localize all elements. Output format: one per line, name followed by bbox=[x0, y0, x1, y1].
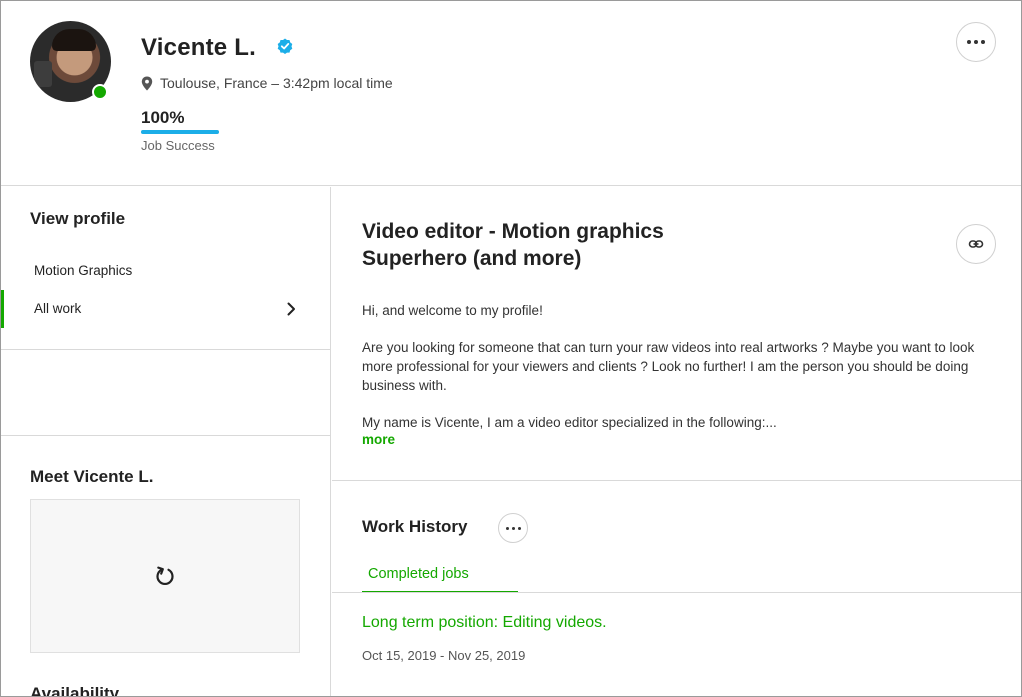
sidebar-item-all-work[interactable]: All work bbox=[1, 290, 331, 328]
intro-video-player[interactable] bbox=[30, 499, 300, 653]
more-dots-icon bbox=[505, 526, 521, 530]
sidebar-item-motion-graphics[interactable]: Motion Graphics bbox=[1, 252, 331, 290]
tab-label: Completed jobs bbox=[368, 566, 469, 582]
sidebar: View profile Motion Graphics All work Me… bbox=[1, 187, 331, 697]
avatar-hair bbox=[52, 29, 96, 51]
link-icon bbox=[968, 240, 984, 248]
verified-badge-icon bbox=[277, 38, 293, 54]
main-content: Video editor - Motion graphics Superhero… bbox=[332, 187, 1021, 696]
job-success-bar-fill bbox=[141, 130, 219, 134]
profile-headline: Video editor - Motion graphics Superhero… bbox=[362, 218, 742, 272]
more-link[interactable]: more bbox=[362, 432, 395, 447]
meet-title: Meet Vicente L. bbox=[30, 467, 154, 486]
location-text: Toulouse, France – 3:42pm local time bbox=[160, 75, 393, 91]
sidebar-title: View profile bbox=[30, 209, 126, 228]
sidebar-item-label: All work bbox=[34, 301, 82, 316]
job-success-bar bbox=[141, 130, 219, 134]
divider bbox=[332, 480, 1021, 481]
tab-completed-jobs[interactable]: Completed jobs bbox=[362, 563, 518, 593]
copy-link-button[interactable] bbox=[956, 224, 996, 264]
profile-more-button[interactable] bbox=[956, 22, 996, 62]
online-status-indicator bbox=[92, 84, 108, 100]
location-pin-icon bbox=[141, 76, 153, 90]
description-paragraph: Are you looking for someone that can tur… bbox=[362, 340, 975, 393]
headline-line-1: Video editor - Motion graphics bbox=[362, 220, 664, 243]
job-title-link[interactable]: Long term position: Editing videos. bbox=[362, 614, 607, 632]
sidebar-item-label: Motion Graphics bbox=[34, 263, 133, 278]
work-history-title: Work History bbox=[362, 517, 468, 536]
reload-icon[interactable] bbox=[153, 564, 177, 588]
divider bbox=[332, 592, 1021, 593]
profile-description: Hi, and welcome to my profile! Are you l… bbox=[362, 301, 992, 450]
avatar-microphone bbox=[34, 61, 52, 87]
chevron-right-icon bbox=[287, 302, 295, 316]
profile-page: Vicente L. Toulouse, France – 3:42pm loc… bbox=[0, 0, 1022, 697]
profile-header: Vicente L. Toulouse, France – 3:42pm loc… bbox=[1, 1, 1021, 186]
job-success-value: 100% bbox=[141, 108, 185, 127]
description-paragraph: My name is Vicente, I am a video editor … bbox=[362, 415, 777, 430]
job-dates: Oct 15, 2019 - Nov 25, 2019 bbox=[362, 648, 526, 663]
headline-line-2: Superhero (and more) bbox=[362, 247, 582, 270]
more-dots-icon bbox=[967, 40, 985, 44]
description-paragraph: Hi, and welcome to my profile! bbox=[362, 303, 543, 318]
profile-name: Vicente L. bbox=[141, 34, 256, 61]
location-row: Toulouse, France – 3:42pm local time bbox=[141, 75, 393, 91]
divider bbox=[1, 349, 331, 350]
availability-title: Availability bbox=[30, 684, 120, 697]
work-history-more-button[interactable] bbox=[498, 513, 528, 543]
job-success-label: Job Success bbox=[141, 138, 215, 153]
divider bbox=[1, 435, 331, 436]
